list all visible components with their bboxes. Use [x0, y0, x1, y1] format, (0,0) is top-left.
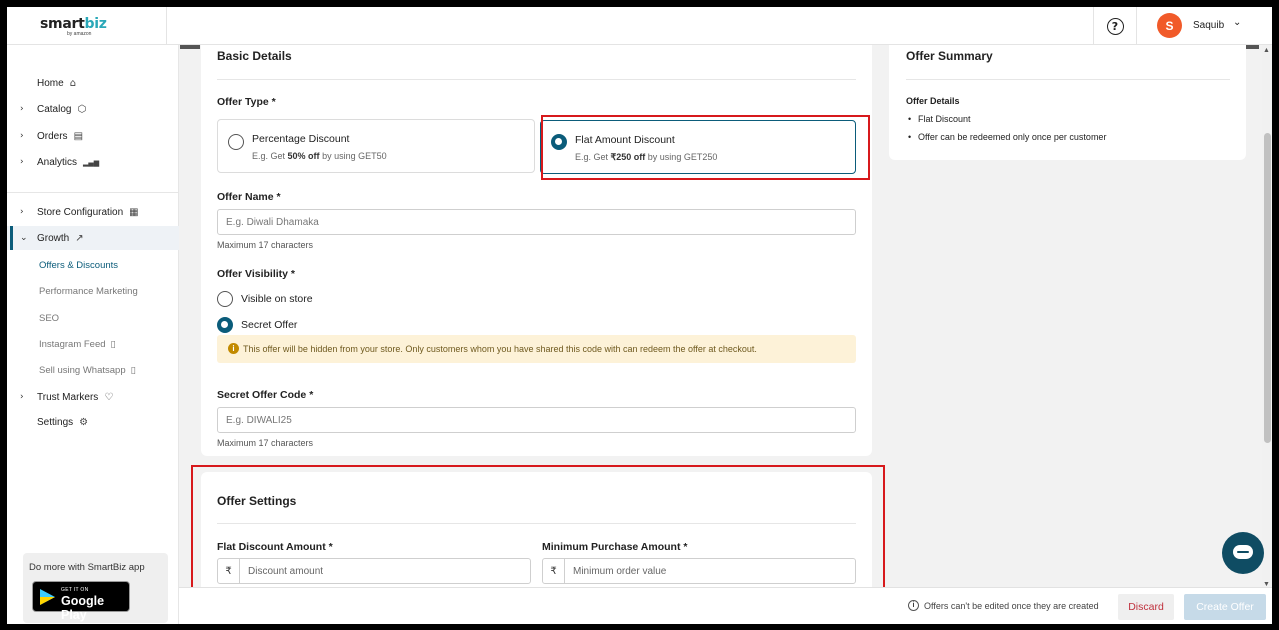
- main-scrollbar[interactable]: ▲ ▼: [1262, 45, 1272, 593]
- chevron-down-icon[interactable]: ⌄: [1233, 17, 1241, 28]
- chevron-right-icon: ›: [20, 207, 24, 217]
- top-header: smartbiz by amazon ? S Saquib ⌄: [7, 7, 1272, 45]
- sidebar-item-settings[interactable]: Settings ⚙: [7, 410, 179, 434]
- sidebar-item-store-configuration[interactable]: › Store Configuration ▦: [7, 200, 179, 224]
- offer-details-label: Offer Details: [906, 96, 960, 106]
- visible-on-store-label[interactable]: Visible on store: [241, 293, 313, 305]
- secret-offer-label[interactable]: Secret Offer: [241, 319, 297, 331]
- offer-settings-card: Offer Settings Flat Discount Amount * Mi…: [201, 472, 872, 592]
- sidebar-item-home[interactable]: Home ⌂: [7, 71, 179, 95]
- secret-code-helper: Maximum 17 characters: [217, 438, 314, 448]
- logo-subtitle: by amazon: [67, 31, 92, 37]
- chevron-right-icon: ›: [20, 131, 24, 141]
- avatar[interactable]: S: [1157, 13, 1182, 38]
- sidebar-item-analytics[interactable]: › Analytics ▂▄▆: [7, 150, 179, 174]
- store-icon: ▦: [129, 206, 139, 218]
- offer-name-input[interactable]: E.g. Diwali Dhamaka: [217, 209, 856, 235]
- secret-code-label: Secret Offer Code *: [217, 389, 314, 401]
- offer-type-percentage[interactable]: Percentage Discount E.g. Get 50% off by …: [217, 119, 535, 173]
- gear-icon: ⚙: [79, 416, 89, 428]
- scroll-thumb[interactable]: [1264, 133, 1271, 443]
- flat-discount-label: Flat Discount Amount *: [217, 541, 333, 553]
- offer-name-label: Offer Name *: [217, 191, 281, 203]
- google-play-badge[interactable]: GET IT ON Google Play: [32, 581, 130, 622]
- offer-visibility-label: Offer Visibility *: [217, 268, 295, 280]
- app-window: smartbiz by amazon ? S Saquib ⌄ Home ⌂ › …: [7, 7, 1272, 624]
- chevron-right-icon: ›: [20, 104, 24, 114]
- question-circle-icon: ?: [1106, 17, 1124, 35]
- scroll-up-icon[interactable]: ▲: [1263, 47, 1270, 54]
- chevron-down-icon: ⌄: [20, 233, 28, 243]
- min-purchase-input[interactable]: ₹ Minimum order value: [542, 558, 856, 584]
- sidebar-item-orders[interactable]: › Orders ▤: [7, 124, 179, 148]
- footer-bar: i Offers can't be edited once they are c…: [179, 587, 1272, 624]
- cube-icon: ⬡: [77, 103, 87, 115]
- offer-summary-card: Offer Summary Offer Details Flat Discoun…: [889, 45, 1246, 160]
- chevron-right-icon: ›: [20, 392, 24, 402]
- mobile-icon: ▯: [110, 339, 116, 350]
- user-name[interactable]: Saquib: [1193, 20, 1224, 31]
- heart-shield-icon: ♡: [104, 391, 114, 403]
- percentage-radio[interactable]: [228, 134, 244, 150]
- app-promo-card: Do more with SmartBiz app GET IT ON Goog…: [23, 553, 168, 623]
- rupee-icon: ₹: [543, 559, 565, 583]
- sidebar-subitem-instagram-feed[interactable]: Instagram Feed ▯: [39, 339, 116, 350]
- sidebar-item-catalog[interactable]: › Catalog ⬡: [7, 97, 179, 121]
- visible-on-store-radio[interactable]: [217, 291, 233, 307]
- flat-discount-input[interactable]: ₹ Discount amount: [217, 558, 531, 584]
- secret-code-input[interactable]: E.g. DIWALI25: [217, 407, 856, 433]
- chat-button[interactable]: [1222, 532, 1264, 574]
- chevron-right-icon: ›: [20, 157, 24, 167]
- sidebar-divider: [7, 192, 179, 193]
- app-promo-text: Do more with SmartBiz app: [29, 562, 145, 573]
- secret-offer-notice: i This offer will be hidden from your st…: [217, 335, 856, 363]
- rupee-icon: ₹: [218, 559, 240, 583]
- sidebar-item-growth[interactable]: ⌄ Growth ↗: [7, 226, 179, 250]
- info-icon: i: [228, 343, 239, 354]
- basic-details-card: Basic Details Offer Type * Percentage Di…: [201, 45, 872, 456]
- bar-chart-icon: ▂▄▆: [83, 158, 100, 167]
- secret-offer-radio[interactable]: [217, 317, 233, 333]
- offer-settings-title: Offer Settings: [217, 494, 297, 508]
- chat-icon: [1233, 545, 1253, 559]
- summary-bullet: Offer can be redeemed only once per cust…: [908, 132, 1106, 142]
- offer-name-helper: Maximum 17 characters: [217, 240, 314, 250]
- sidebar-subitem-seo[interactable]: SEO: [39, 313, 59, 324]
- flat-amount-radio[interactable]: [551, 134, 567, 150]
- discard-button[interactable]: Discard: [1118, 594, 1174, 620]
- trend-up-icon: ↗: [75, 232, 84, 244]
- sidebar-subitem-offers-discounts[interactable]: Offers & Discounts: [39, 260, 118, 271]
- summary-bullet: Flat Discount: [908, 114, 971, 124]
- offer-type-label: Offer Type *: [217, 96, 276, 108]
- help-button[interactable]: ?: [1093, 7, 1137, 45]
- create-offer-button[interactable]: Create Offer: [1184, 594, 1266, 620]
- clipboard-icon: ▤: [73, 130, 84, 142]
- offer-summary-title: Offer Summary: [906, 49, 993, 63]
- mobile-icon: ▯: [130, 365, 136, 376]
- offer-type-flat-amount[interactable]: Flat Amount Discount E.g. Get ₹250 off b…: [540, 120, 856, 174]
- home-icon: ⌂: [69, 77, 77, 89]
- sidebar-item-trust-markers[interactable]: › Trust Markers ♡: [7, 385, 179, 409]
- sidebar-subitem-sell-using-whatsapp[interactable]: Sell using Whatsapp ▯: [39, 365, 136, 376]
- basic-details-title: Basic Details: [217, 49, 292, 63]
- smartbiz-logo: smartbiz: [40, 16, 107, 32]
- footer-note: Offers can't be edited once they are cre…: [924, 601, 1099, 611]
- min-purchase-label: Minimum Purchase Amount *: [542, 541, 688, 553]
- logo-area[interactable]: smartbiz by amazon: [7, 7, 167, 45]
- main-content: Basic Details Offer Type * Percentage Di…: [179, 45, 1262, 593]
- sidebar-subitem-performance-marketing[interactable]: Performance Marketing: [39, 286, 138, 297]
- info-icon: i: [908, 600, 919, 611]
- sidebar: Home ⌂ › Catalog ⬡ › Orders ▤ › Analytics ▂▄…: [7, 45, 179, 624]
